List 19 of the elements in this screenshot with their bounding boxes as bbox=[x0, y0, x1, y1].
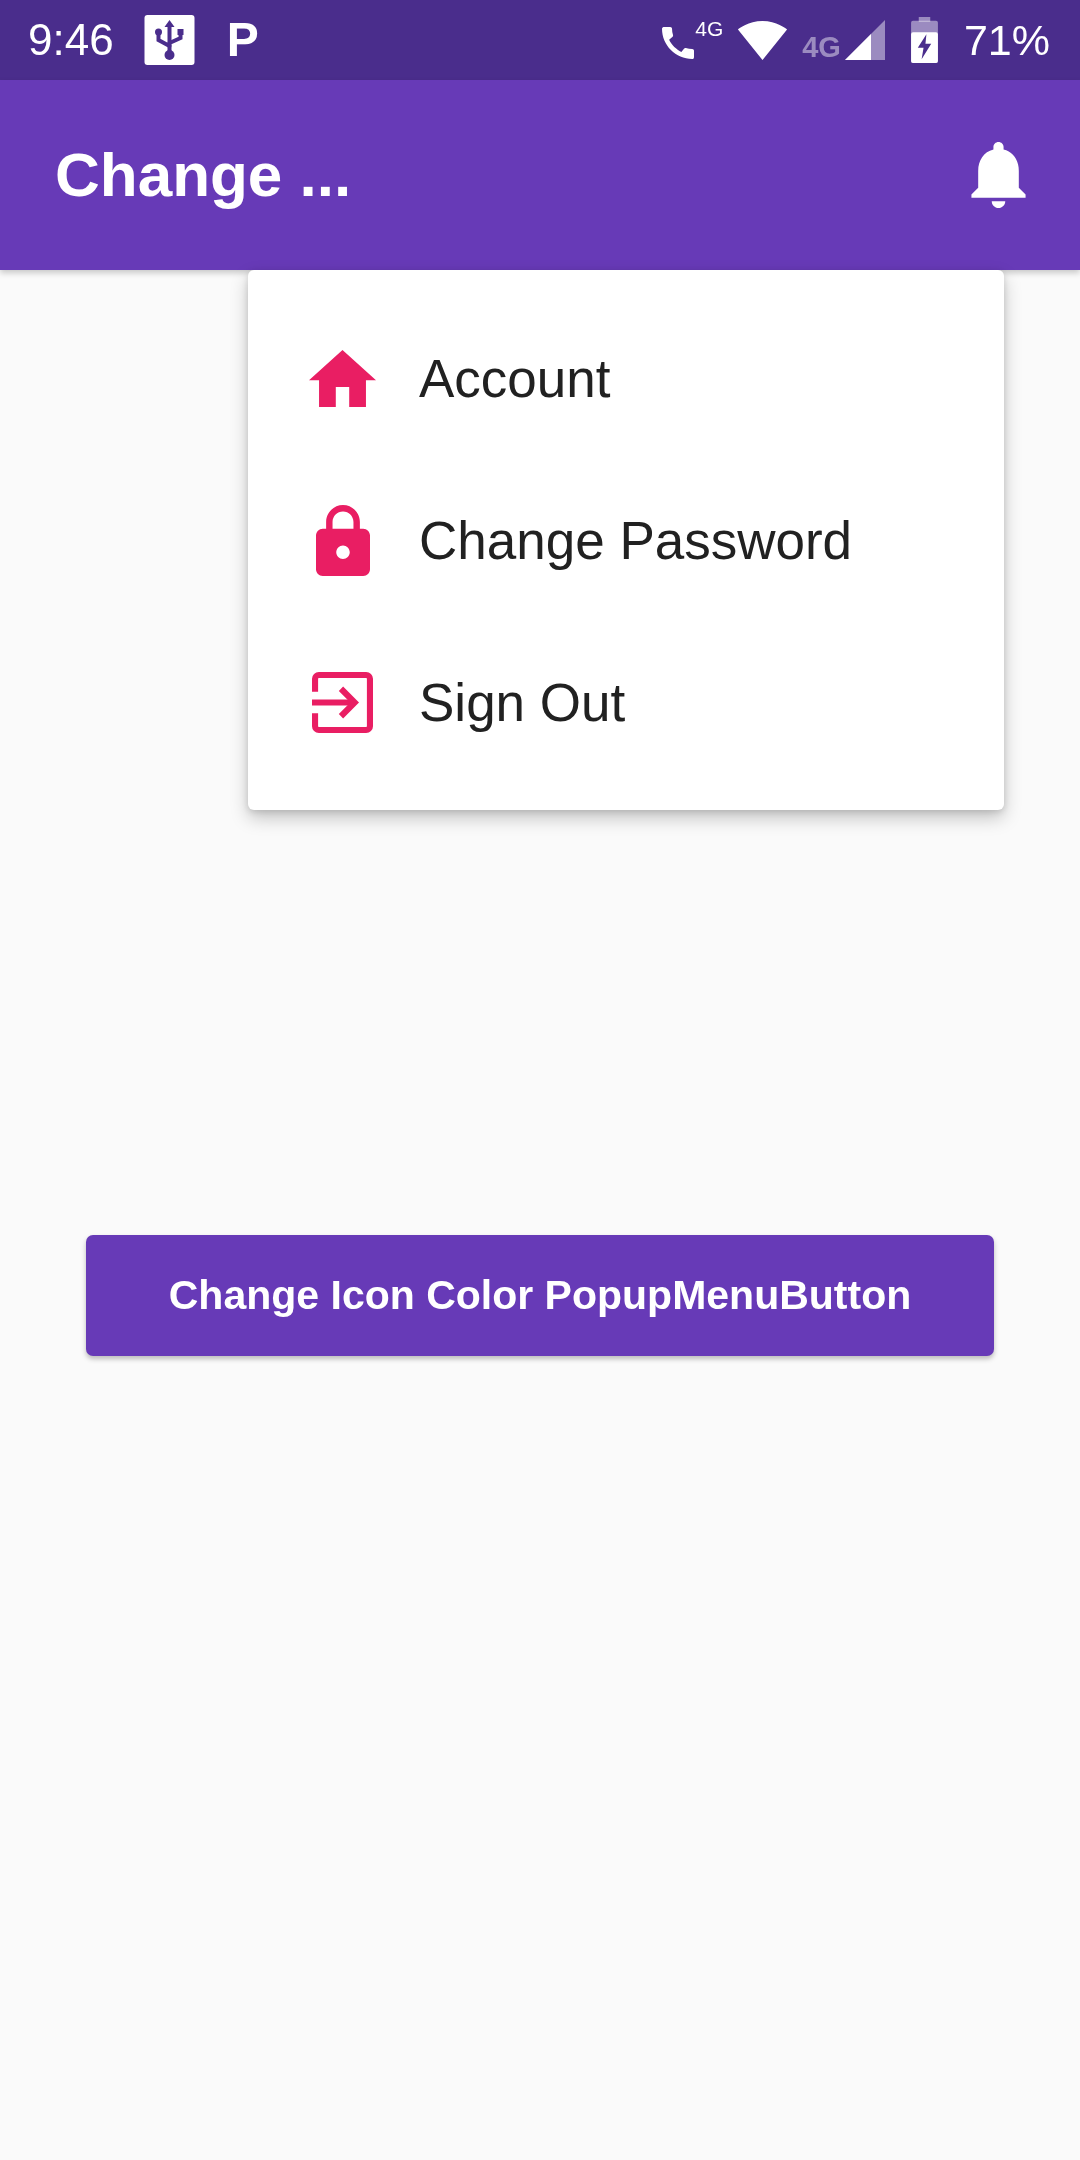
phone-icon bbox=[662, 26, 695, 60]
menu-item[interactable]: Account bbox=[248, 297, 1004, 459]
signal-icon bbox=[844, 20, 885, 60]
notification-letter-icon: P bbox=[226, 16, 259, 64]
menu-item[interactable]: Sign Out bbox=[248, 621, 1004, 783]
network-label: 4G bbox=[802, 33, 841, 62]
usb-icon bbox=[143, 15, 195, 65]
menu-item[interactable]: Change Password bbox=[248, 459, 1004, 621]
lock-icon bbox=[315, 504, 370, 576]
change-icon-color-button[interactable]: Change Icon Color PopupMenuButton bbox=[86, 1235, 994, 1356]
app-title: Change ... bbox=[55, 138, 352, 211]
clock-time: 9:46 bbox=[28, 18, 114, 62]
battery-charging-icon bbox=[910, 17, 938, 63]
home-icon bbox=[309, 349, 376, 407]
notifications-button[interactable] bbox=[971, 142, 1026, 208]
network-label: 4G bbox=[695, 18, 724, 39]
wifi-icon bbox=[737, 20, 789, 60]
bell-icon bbox=[971, 142, 1026, 208]
battery-percent: 71% bbox=[963, 18, 1050, 62]
